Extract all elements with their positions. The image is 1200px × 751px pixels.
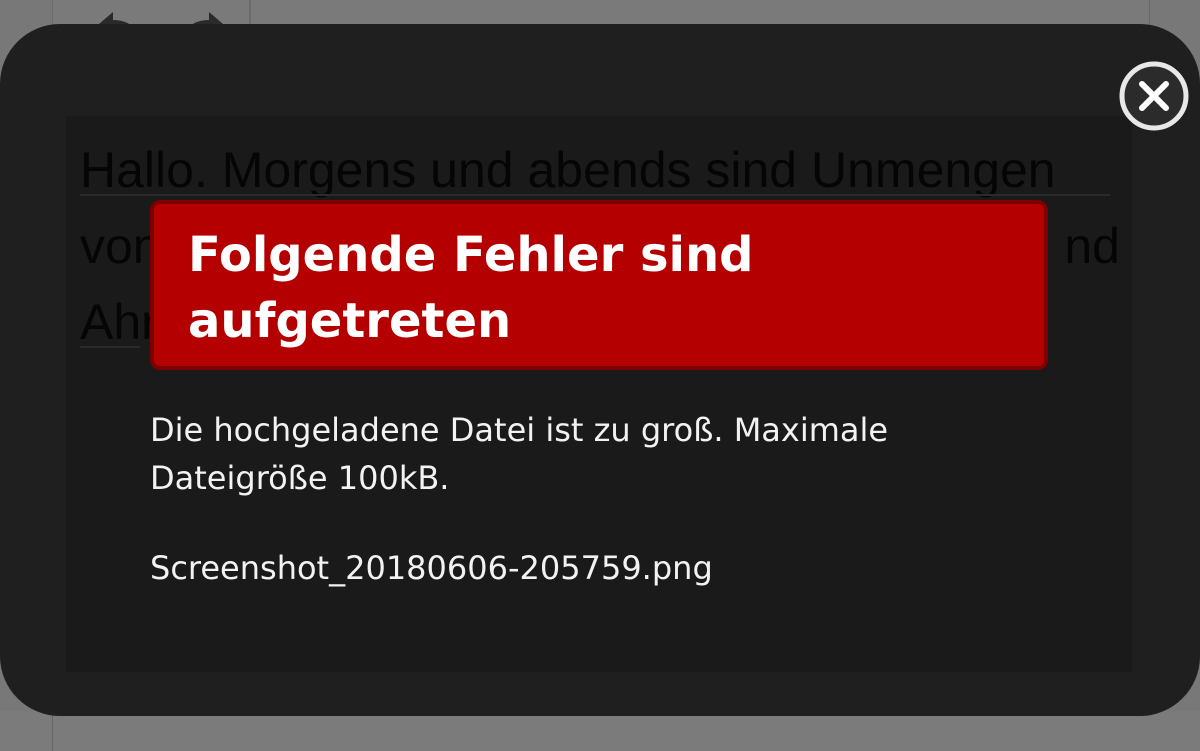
background-divider xyxy=(52,711,53,751)
editor-underline-3 xyxy=(80,346,140,348)
background-bottom-area xyxy=(0,711,1200,751)
editor-line-2-start: von xyxy=(80,218,161,274)
error-title: Folgende Fehler sind aufgetreten xyxy=(188,227,754,349)
editor-line-2-end: nd xyxy=(1064,218,1120,274)
error-message: Die hochgeladene Datei ist zu groß. Maxi… xyxy=(150,411,889,497)
close-icon xyxy=(1119,61,1189,131)
error-dialog: Hallo. Morgens und abends sind Unmengen … xyxy=(0,24,1200,716)
error-banner: Folgende Fehler sind aufgetreten xyxy=(150,200,1048,370)
page: Hallo. Morgens und abends sind Unmengen … xyxy=(0,0,1200,751)
error-file-name: Screenshot_20180606-205759.png xyxy=(150,549,713,587)
editor-line-1: Hallo. Morgens und abends sind Unmengen xyxy=(80,142,1056,198)
close-button[interactable] xyxy=(1118,60,1190,132)
editor-underline-1 xyxy=(80,194,1110,196)
